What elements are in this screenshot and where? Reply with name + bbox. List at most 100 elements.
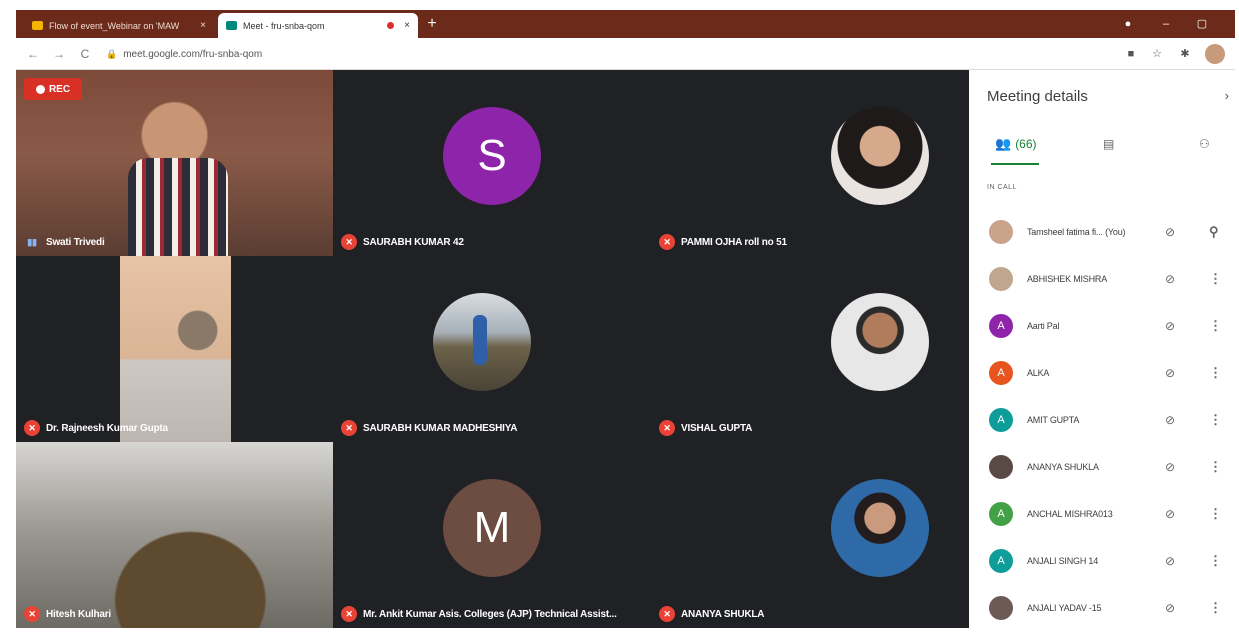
forward-button[interactable]: → <box>50 45 68 63</box>
browser-tab-strip: Flow of event_Webinar on 'MAW × Meet - f… <box>16 10 1235 38</box>
participant-name-tag: ✕ SAURABH KUMAR MADHESHIYA <box>341 420 517 436</box>
camera-feed <box>16 442 333 628</box>
account-icon[interactable]: ● <box>1118 15 1138 33</box>
people-icon: 👥 <box>995 136 1012 151</box>
camera-icon[interactable]: ■ <box>1122 45 1140 63</box>
mic-off-icon: ⊘ <box>1165 553 1176 568</box>
participant-name: Tamsheel fatima fi... (You) <box>1027 226 1126 237</box>
participant-tile[interactable]: S ✕ SAURABH KUMAR 42 <box>333 70 651 256</box>
close-tab-icon[interactable]: × <box>200 20 206 31</box>
tab-activities[interactable]: ⚇ <box>1199 134 1210 154</box>
participant-tile[interactable]: ✕ PAMMI OJHA roll no 51 <box>651 70 969 256</box>
participant-name: ANCHAL MISHRA013 <box>1027 508 1113 519</box>
scarf-shape <box>128 158 228 256</box>
participant-name: SAURABH KUMAR 42 <box>363 236 464 248</box>
more-options-icon[interactable]: ⋮ <box>1209 271 1222 287</box>
mic-off-icon: ⊘ <box>1165 318 1176 333</box>
recording-dot-icon <box>387 22 395 29</box>
recording-badge: REC <box>24 78 82 100</box>
participant-avatar: M <box>443 478 541 577</box>
close-tab-icon[interactable]: × <box>404 20 410 31</box>
participant-avatar-photo <box>433 292 532 391</box>
browser-tab[interactable]: Flow of event_Webinar on 'MAW × <box>24 13 214 38</box>
address-bar[interactable]: 🔒 meet.google.com/fru-snba-qom <box>106 44 1106 64</box>
audio-level-icon: ▮▮ <box>27 236 37 247</box>
maximize-button[interactable]: ▢ <box>1192 15 1212 33</box>
participant-row[interactable]: A Aarti Pal ⊘ ⋮ <box>969 302 1235 349</box>
mic-off-icon: ✕ <box>24 606 40 622</box>
participant-name: VISHAL GUPTA <box>681 422 753 434</box>
participant-name: Dr. Rajneesh Kumar Gupta <box>46 422 168 434</box>
mic-off-icon: ⊘ <box>1165 271 1176 286</box>
participant-avatar: A <box>989 548 1013 573</box>
participant-name-tag: ✕ Mr. Ankit Kumar Asis. Colleges (AJP) T… <box>341 606 617 622</box>
participant-avatar <box>989 219 1013 244</box>
browser-tab-active[interactable]: Meet - fru-snba-qom × <box>218 13 418 38</box>
tab-chat[interactable]: ▤ <box>1103 134 1114 154</box>
participant-name-tag: ✕ PAMMI OJHA roll no 51 <box>659 234 787 250</box>
tab-people[interactable]: 👥 (66) <box>995 134 1037 154</box>
participant-row[interactable]: ANANYA SHUKLA ⊘ ⋮ <box>969 443 1235 490</box>
participant-name-tag: ✕ SAURABH KUMAR 42 <box>341 234 464 250</box>
participant-row[interactable]: ABHISHEK MISHRA ⊘ ⋮ <box>969 255 1235 302</box>
participant-avatar <box>989 595 1013 620</box>
recording-label: REC <box>48 83 71 95</box>
people-count: (66) <box>1015 137 1037 151</box>
mic-off-icon: ✕ <box>659 606 675 622</box>
lock-icon: 🔒 <box>106 48 118 59</box>
in-call-section-label: IN CALL <box>987 184 1017 191</box>
record-icon <box>35 84 45 94</box>
participant-avatar: A <box>989 313 1013 338</box>
participant-name-tag: ✕ ANANYA SHUKLA <box>659 606 765 622</box>
participant-tile[interactable]: M ✕ Mr. Ankit Kumar Asis. Colleges (AJP)… <box>333 442 651 628</box>
more-options-icon[interactable]: ⋮ <box>1209 412 1222 428</box>
participant-tile[interactable]: ✕ SAURABH KUMAR MADHESHIYA <box>333 256 651 442</box>
participant-name-tag: ✕ VISHAL GUPTA <box>659 420 752 436</box>
close-panel-icon[interactable]: › <box>1225 88 1229 103</box>
star-icon[interactable]: ☆ <box>1148 45 1166 63</box>
participant-row[interactable]: A AMIT GUPTA ⊘ ⋮ <box>969 396 1235 443</box>
participant-avatar: S <box>443 106 541 205</box>
participant-row[interactable]: A ANCHAL MISHRA013 ⊘ ⋮ <box>969 490 1235 537</box>
participant-name: ABHISHEK MISHRA <box>1027 273 1108 284</box>
participant-avatar <box>989 266 1013 291</box>
participant-name: PAMMI OJHA roll no 51 <box>681 236 787 248</box>
minimize-button[interactable]: – <box>1156 15 1176 33</box>
participant-name: ANJALI SINGH 14 <box>1027 555 1099 566</box>
participant-name: ANANYA SHUKLA <box>1027 461 1099 472</box>
extensions-icon[interactable]: ✱ <box>1176 45 1194 63</box>
reload-button[interactable]: C <box>76 45 94 63</box>
mic-off-icon: ⊘ <box>1165 459 1176 474</box>
more-options-icon[interactable]: ⋮ <box>1209 600 1222 616</box>
participant-avatar-photo <box>830 106 929 205</box>
pin-icon[interactable]: ⚲ <box>1209 224 1219 240</box>
more-options-icon[interactable]: ⋮ <box>1209 506 1222 522</box>
back-button[interactable]: ← <box>24 45 42 63</box>
more-options-icon[interactable]: ⋮ <box>1209 553 1222 569</box>
participant-name-tag: ✕ Hitesh Kulhari <box>24 606 111 622</box>
more-options-icon[interactable]: ⋮ <box>1209 365 1222 381</box>
camera-feed <box>120 256 231 442</box>
mic-off-icon: ⊘ <box>1165 412 1176 427</box>
participant-tile[interactable]: ✕ ANANYA SHUKLA <box>651 442 969 628</box>
participant-row[interactable]: Tamsheel fatima fi... (You) ⊘ ⚲ <box>969 208 1235 255</box>
participant-avatar-photo <box>830 292 929 391</box>
participant-name-tag: ✕ Dr. Rajneesh Kumar Gupta <box>24 420 168 436</box>
participant-row[interactable]: A ALKA ⊘ ⋮ <box>969 349 1235 396</box>
participant-tile[interactable]: REC ▮▮ Swati Trivedi <box>16 70 333 256</box>
new-tab-button[interactable]: + <box>422 14 442 34</box>
mic-off-icon: ✕ <box>24 420 40 436</box>
meet-icon <box>226 21 237 30</box>
participant-tile[interactable]: ✕ Hitesh Kulhari <box>16 442 333 628</box>
mic-off-icon: ✕ <box>341 234 357 250</box>
tab-title: Meet - fru-snba-qom <box>243 20 325 31</box>
more-options-icon[interactable]: ⋮ <box>1209 318 1222 334</box>
more-options-icon[interactable]: ⋮ <box>1209 459 1222 475</box>
participant-avatar <box>989 454 1013 479</box>
participant-row[interactable]: A ANJALI SINGH 14 ⊘ ⋮ <box>969 537 1235 584</box>
profile-avatar[interactable] <box>1205 44 1225 64</box>
participant-tile[interactable]: ✕ VISHAL GUPTA <box>651 256 969 442</box>
participant-row[interactable]: ANJALI YADAV -15 ⊘ ⋮ <box>969 584 1235 631</box>
mic-off-icon: ✕ <box>341 420 357 436</box>
participant-tile[interactable]: ✕ Dr. Rajneesh Kumar Gupta <box>16 256 333 442</box>
